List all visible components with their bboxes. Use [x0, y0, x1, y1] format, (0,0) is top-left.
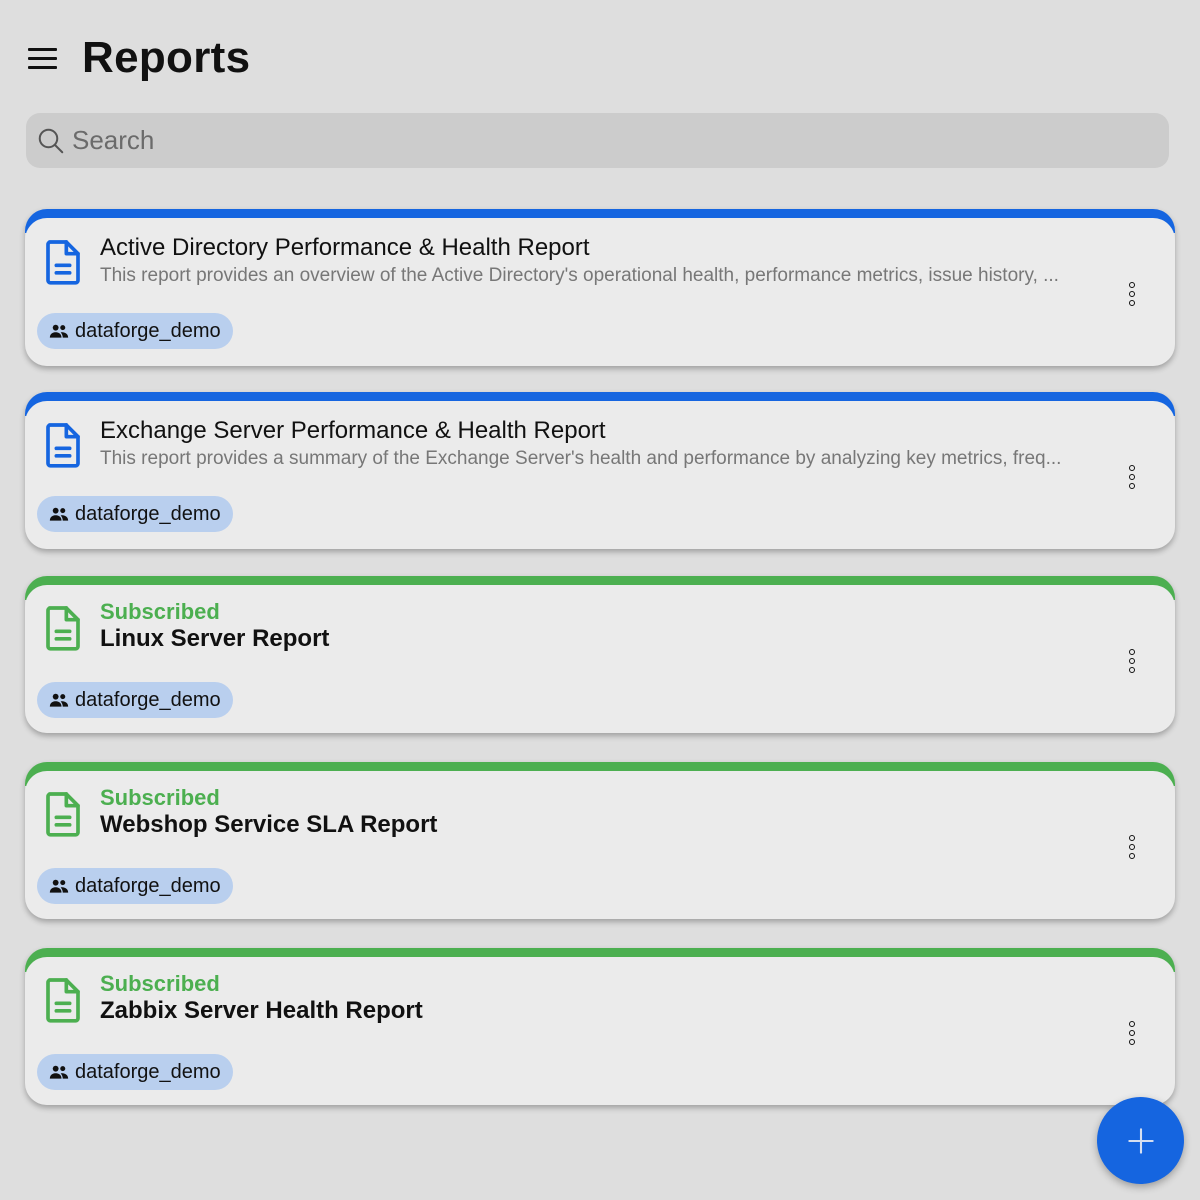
report-title: Exchange Server Performance & Health Rep… — [100, 417, 606, 444]
owner-chip[interactable]: dataforge_demo — [37, 868, 233, 904]
card-body: Active Directory Performance & Health Re… — [25, 218, 1175, 366]
document-icon — [46, 606, 80, 651]
dot — [1129, 667, 1135, 673]
add-report-button[interactable] — [1097, 1097, 1184, 1184]
more-vertical-icon[interactable] — [1119, 277, 1145, 311]
card-text: Subscribed Zabbix Server Health Report — [100, 971, 1105, 1025]
subscribed-status: Subscribed — [100, 971, 220, 996]
document-icon — [46, 792, 80, 837]
document-icon — [46, 240, 80, 285]
card-text: Exchange Server Performance & Health Rep… — [100, 417, 1105, 470]
app-header: Reports — [28, 30, 250, 86]
report-card[interactable]: Exchange Server Performance & Health Rep… — [25, 392, 1175, 549]
report-title: Linux Server Report — [100, 625, 330, 652]
subscribed-status: Subscribed — [100, 785, 220, 810]
group-icon — [49, 879, 69, 893]
more-vertical-icon[interactable] — [1119, 830, 1145, 864]
more-vertical-icon[interactable] — [1119, 460, 1145, 494]
report-card[interactable]: Subscribed Zabbix Server Health Report d… — [25, 948, 1175, 1105]
dot — [1129, 474, 1135, 480]
report-title: Zabbix Server Health Report — [100, 997, 423, 1024]
dot — [1129, 1030, 1135, 1036]
report-description: This report provides an overview of the … — [100, 265, 1059, 286]
menu-line — [28, 65, 57, 69]
dot — [1129, 483, 1135, 489]
document-icon — [46, 978, 80, 1023]
dot — [1129, 291, 1135, 297]
report-card[interactable]: Subscribed Linux Server Report dataforge… — [25, 576, 1175, 733]
dot — [1129, 835, 1135, 841]
dot — [1129, 649, 1135, 655]
dot — [1129, 300, 1135, 306]
dot — [1129, 465, 1135, 471]
group-icon — [49, 693, 69, 707]
dot — [1129, 1021, 1135, 1027]
card-body: Subscribed Webshop Service SLA Report da… — [25, 771, 1175, 919]
more-vertical-icon[interactable] — [1119, 644, 1145, 678]
plus-icon — [1127, 1127, 1154, 1154]
owner-name: dataforge_demo — [75, 874, 221, 897]
group-icon — [49, 1065, 69, 1079]
dot — [1129, 844, 1135, 850]
page-title: Reports — [82, 33, 251, 82]
search-bar[interactable] — [26, 113, 1169, 168]
owner-name: dataforge_demo — [75, 502, 221, 525]
owner-name: dataforge_demo — [75, 1060, 221, 1083]
owner-chip[interactable]: dataforge_demo — [37, 682, 233, 718]
menu-line — [28, 56, 57, 60]
card-text: Active Directory Performance & Health Re… — [100, 234, 1105, 287]
owner-chip[interactable]: dataforge_demo — [37, 496, 233, 532]
menu-line — [28, 47, 57, 51]
report-title: Webshop Service SLA Report — [100, 811, 438, 838]
owner-chip[interactable]: dataforge_demo — [37, 1054, 233, 1090]
card-body: Subscribed Zabbix Server Health Report d… — [25, 957, 1175, 1105]
dot — [1129, 853, 1135, 859]
owner-chip[interactable]: dataforge_demo — [37, 313, 233, 349]
card-text: Subscribed Webshop Service SLA Report — [100, 785, 1105, 839]
dot — [1129, 1039, 1135, 1045]
card-body: Exchange Server Performance & Health Rep… — [25, 401, 1175, 549]
group-icon — [49, 507, 69, 521]
card-body: Subscribed Linux Server Report dataforge… — [25, 585, 1175, 733]
report-card[interactable]: Active Directory Performance & Health Re… — [25, 209, 1175, 366]
search-icon — [38, 128, 64, 153]
hamburger-menu-icon[interactable] — [28, 44, 60, 72]
document-icon — [46, 423, 80, 468]
group-icon — [49, 324, 69, 338]
owner-name: dataforge_demo — [75, 319, 221, 342]
more-vertical-icon[interactable] — [1119, 1016, 1145, 1050]
owner-name: dataforge_demo — [75, 688, 221, 711]
dot — [1129, 282, 1135, 288]
search-input[interactable] — [72, 125, 1122, 156]
subscribed-status: Subscribed — [100, 599, 220, 624]
report-card[interactable]: Subscribed Webshop Service SLA Report da… — [25, 762, 1175, 919]
card-text: Subscribed Linux Server Report — [100, 599, 1105, 653]
report-description: This report provides a summary of the Ex… — [100, 448, 1062, 469]
dot — [1129, 658, 1135, 664]
report-title: Active Directory Performance & Health Re… — [100, 234, 590, 261]
